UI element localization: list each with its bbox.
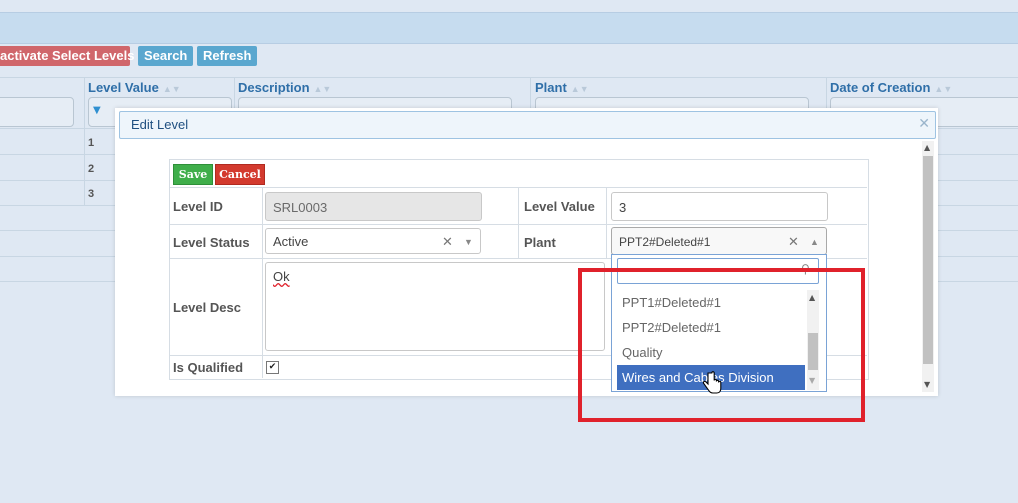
search-label: Search: [144, 48, 188, 63]
column-separator: [234, 78, 235, 108]
filter-icon: ▼: [93, 105, 101, 116]
dialog-titlebar[interactable]: Edit Level ✕: [119, 111, 936, 139]
level-desc-textarea[interactable]: Ok: [265, 262, 605, 351]
level-value-field[interactable]: 3: [611, 192, 828, 221]
sort-icon: ▲▼: [162, 84, 181, 94]
column-header-label: Level Value: [88, 80, 159, 95]
column-header-date-of-creation[interactable]: Date of Creation ▲▼: [830, 79, 952, 96]
search-button[interactable]: Search: [138, 46, 194, 66]
refresh-button[interactable]: Refresh: [197, 46, 258, 66]
column-header-label: Date of Creation: [830, 80, 931, 95]
chevron-down-icon[interactable]: ▼: [464, 229, 473, 255]
column-header-description[interactable]: Description ▲▼: [238, 79, 331, 96]
form-column-border: [518, 188, 519, 258]
sort-icon: ▲▼: [313, 84, 332, 94]
is-qualified-label: Is Qualified: [173, 360, 244, 375]
top-banner: [0, 12, 1018, 44]
clear-icon[interactable]: ✕: [442, 229, 453, 255]
cancel-label: Cancel: [219, 168, 261, 181]
column-separator: [84, 78, 85, 205]
row-level-value: 2: [88, 163, 95, 175]
close-icon[interactable]: ✕: [918, 116, 930, 132]
column-header-label: Description: [238, 80, 310, 95]
level-value-label: Level Value: [524, 199, 595, 214]
row-level-value: 1: [88, 137, 95, 149]
deactivate-label: activate Select Levels: [0, 48, 135, 63]
save-button[interactable]: Save: [173, 164, 213, 185]
level-desc-value: Ok: [273, 269, 290, 284]
is-qualified-checkbox[interactable]: ✔: [266, 361, 279, 374]
column-separator: [826, 78, 827, 108]
level-status-select[interactable]: Active ✕ ▼: [265, 228, 481, 254]
scroll-down-icon[interactable]: ▼: [924, 380, 930, 389]
annotation-highlight-box: [578, 268, 865, 422]
row-level-value: 3: [88, 188, 95, 200]
filter-input[interactable]: [0, 97, 74, 127]
form-column-border: [606, 188, 607, 258]
column-header-level-value[interactable]: Level Value ▲▼: [88, 79, 181, 96]
sort-icon: ▲▼: [570, 84, 589, 94]
column-separator: [530, 78, 531, 108]
save-label: Save: [178, 168, 208, 181]
clear-icon[interactable]: ✕: [788, 228, 799, 256]
plant-select[interactable]: PPT2#Deleted#1 ✕ ▲: [611, 227, 827, 255]
level-id-value: SRL0003: [273, 200, 328, 215]
dialog-scrollbar-thumb[interactable]: [923, 156, 933, 364]
level-status-value: Active: [273, 234, 309, 249]
cancel-button[interactable]: Cancel: [215, 164, 265, 185]
level-id-field: SRL0003: [265, 192, 482, 221]
scroll-up-icon[interactable]: ▲: [924, 143, 930, 152]
level-desc-label: Level Desc: [173, 300, 241, 315]
chevron-up-icon[interactable]: ▲: [810, 228, 819, 256]
level-status-label: Level Status: [173, 235, 250, 250]
dialog-title: Edit Level: [131, 117, 189, 132]
plant-value: PPT2#Deleted#1: [619, 235, 711, 249]
level-id-label: Level ID: [173, 199, 223, 214]
deactivate-select-levels-button[interactable]: activate Select Levels: [0, 46, 134, 66]
column-header-label: Plant: [535, 80, 567, 95]
sort-icon: ▲▼: [934, 84, 953, 94]
plant-label: Plant: [524, 235, 556, 250]
form-column-border: [262, 188, 263, 378]
grid-header-border: [0, 77, 1018, 78]
column-header-plant[interactable]: Plant ▲▼: [535, 79, 589, 96]
refresh-label: Refresh: [203, 48, 252, 63]
level-value-value: 3: [619, 200, 627, 215]
